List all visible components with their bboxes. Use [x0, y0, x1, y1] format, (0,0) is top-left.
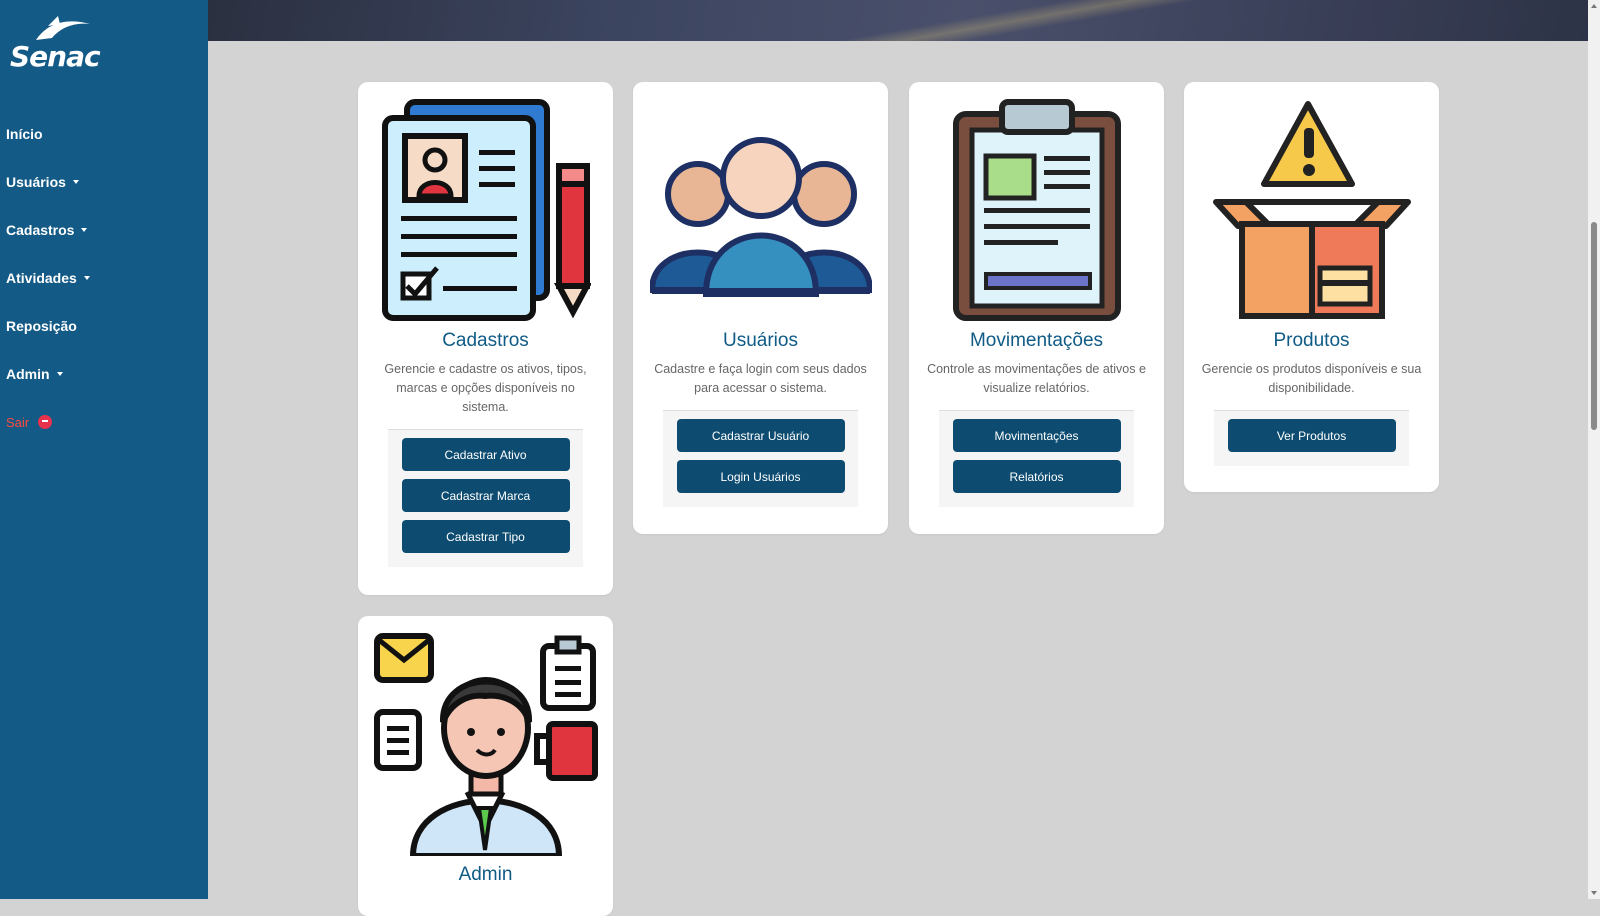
nav-item-inicio[interactable]: Início: [0, 110, 208, 158]
page-scrollbar[interactable]: [1588, 0, 1600, 899]
clipboard-report-icon: [952, 99, 1121, 321]
nav-label: Admin: [6, 366, 50, 382]
logo-text: Senac: [10, 40, 101, 73]
cadastrar-usuario-button[interactable]: Cadastrar Usuário: [676, 419, 845, 452]
senac-logo[interactable]: Senac: [8, 14, 101, 73]
ver-produtos-button[interactable]: Ver Produtos: [1227, 419, 1396, 452]
cadastrar-ativo-button[interactable]: Cadastrar Ativo: [401, 438, 570, 471]
scroll-down-arrow-icon[interactable]: [1591, 891, 1597, 895]
registration-document-icon: [381, 99, 591, 321]
cadastrar-tipo-button[interactable]: Cadastrar Tipo: [401, 520, 570, 553]
cadastrar-marca-button[interactable]: Cadastrar Marca: [401, 479, 570, 512]
card-cadastros: Cadastros Gerencie e cadastre os ativos,…: [358, 82, 613, 595]
nav-label: Cadastros: [6, 222, 75, 238]
scroll-up-arrow-icon[interactable]: [1591, 4, 1597, 8]
card-description: Gerencie os produtos disponíveis e sua d…: [1201, 362, 1422, 395]
nav-label: Reposição: [6, 318, 77, 334]
nav-item-cadastros[interactable]: Cadastros: [0, 206, 208, 254]
card-title: Usuários: [723, 330, 798, 351]
card-usuarios: Usuários Cadastre e faça login com seus …: [633, 82, 888, 534]
users-group-icon: [649, 137, 872, 297]
logout-icon: [38, 415, 53, 429]
nav-item-logout[interactable]: Sair: [0, 398, 208, 446]
card-button-group: Cadastrar Ativo Cadastrar Marca Cadastra…: [388, 429, 583, 567]
card-title: Admin: [458, 864, 513, 885]
product-box-warning-icon: [1212, 101, 1411, 319]
nav-item-admin[interactable]: Admin: [0, 350, 208, 398]
nav-label: Usuários: [6, 174, 66, 190]
card-description: Cadastre e faça login com seus dados par…: [654, 362, 867, 395]
card-movimentacoes: Movimentações Controle as movimentações …: [909, 82, 1164, 534]
card-button-group: Movimentações Relatórios: [939, 410, 1134, 507]
caret-down-icon: [72, 180, 79, 184]
card-title: Cadastros: [442, 330, 529, 351]
login-usuarios-button[interactable]: Login Usuários: [676, 460, 845, 493]
caret-down-icon: [81, 228, 88, 232]
card-produtos: Produtos Gerencie os produtos disponívei…: [1184, 82, 1439, 492]
relatorios-button[interactable]: Relatórios: [952, 460, 1121, 493]
card-title: Produtos: [1273, 330, 1350, 351]
caret-down-icon: [56, 372, 63, 376]
card-button-group: Ver Produtos: [1214, 410, 1409, 466]
sidebar: Senac Início Usuários Cadastros Atividad…: [0, 0, 208, 899]
nav-item-atividades[interactable]: Atividades: [0, 254, 208, 302]
logout-label: Sair: [6, 414, 30, 430]
card-description: Gerencie e cadastre os ativos, tipos, ma…: [384, 362, 587, 414]
card-button-group: Cadastrar Usuário Login Usuários: [663, 410, 858, 507]
card-description: Controle as movimentações de ativos e vi…: [927, 362, 1146, 395]
nav-item-reposicao[interactable]: Reposição: [0, 302, 208, 350]
card-title: Movimentações: [969, 330, 1104, 351]
caret-down-icon: [83, 276, 90, 280]
nav-label: Atividades: [6, 270, 77, 286]
movimentacoes-button[interactable]: Movimentações: [952, 419, 1121, 452]
card-admin: Admin: [358, 616, 613, 916]
header-banner-image: [208, 0, 1588, 41]
admin-person-icon: [373, 633, 598, 856]
scroll-thumb[interactable]: [1591, 222, 1597, 430]
nav-label: Início: [6, 126, 43, 142]
sidebar-nav: Início Usuários Cadastros Atividades Rep…: [0, 110, 208, 446]
nav-item-usuarios[interactable]: Usuários: [0, 158, 208, 206]
